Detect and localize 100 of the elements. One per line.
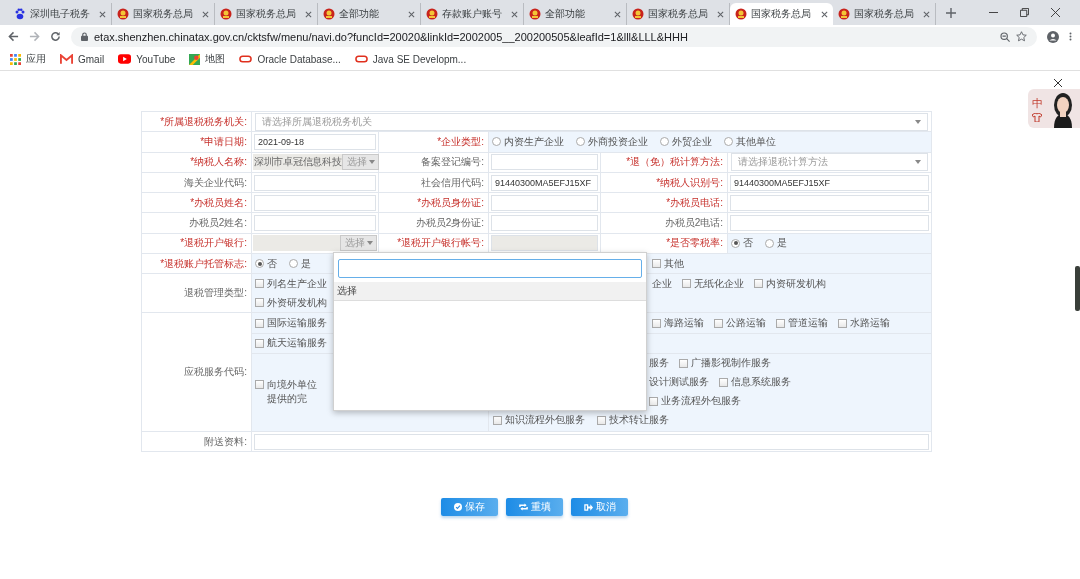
checkbox[interactable] — [679, 358, 688, 368]
paw-icon — [14, 8, 26, 20]
caret-icon — [915, 119, 922, 124]
checkbox[interactable] — [719, 377, 728, 387]
radio-button[interactable] — [731, 238, 740, 248]
chat-widget[interactable]: 中 — [1028, 89, 1080, 128]
checkbox-label: 国际运输服务 — [267, 316, 327, 330]
text-field[interactable] — [491, 194, 598, 211]
checkbox[interactable] — [754, 279, 763, 289]
emblem-icon — [117, 8, 129, 20]
text-field[interactable]: 91440300MA5EFJ15XF — [730, 174, 930, 191]
emblem-icon — [426, 8, 438, 20]
browser-tab[interactable]: 存款账户账号 — [421, 3, 524, 25]
checkbox-label: 海路运输 — [664, 316, 704, 330]
field-label: 应税服务代码: — [184, 366, 247, 378]
radio-button[interactable] — [724, 137, 733, 147]
option-label: 否 — [743, 236, 753, 251]
bookmark-link[interactable]: 应用 — [26, 52, 46, 66]
browser-tab[interactable]: 全部功能 — [524, 3, 627, 25]
field-label: 办税员2身份证: — [415, 217, 484, 229]
close-icon[interactable] — [1054, 79, 1062, 87]
browser-tab[interactable]: 全部功能 — [318, 3, 421, 25]
emblem-icon — [529, 8, 541, 20]
text-field[interactable] — [254, 194, 376, 211]
bookmark-link[interactable]: Oracle Database... — [257, 53, 341, 65]
emblem-icon — [838, 8, 850, 20]
text-field[interactable] — [254, 433, 930, 450]
checkbox[interactable] — [255, 279, 264, 289]
text-field[interactable] — [254, 215, 376, 232]
text-field[interactable] — [730, 194, 930, 211]
browser-tab[interactable]: 国家税务总局 — [833, 3, 936, 25]
checkbox[interactable] — [597, 415, 606, 425]
menu-icon[interactable] — [1069, 31, 1072, 42]
option-label: 否 — [267, 256, 277, 271]
close-icon[interactable] — [1051, 8, 1060, 17]
checkbox[interactable] — [714, 318, 723, 328]
checkbox[interactable] — [838, 318, 847, 328]
browser-tab[interactable]: 深圳电子税务 — [9, 3, 112, 25]
text-field[interactable] — [254, 174, 376, 191]
checkbox[interactable] — [255, 380, 264, 390]
checkbox-label: 水路运输 — [850, 316, 890, 330]
radio-button[interactable] — [660, 137, 669, 147]
field-label: *办税员电话: — [666, 196, 723, 208]
browser-tab[interactable]: 国家税务总局 — [730, 3, 833, 25]
menu-option[interactable]: 选择 — [334, 282, 646, 301]
radio-button[interactable] — [289, 259, 298, 269]
checkbox[interactable] — [255, 298, 264, 308]
text-field[interactable] — [491, 215, 598, 232]
forward-arrow-icon[interactable] — [29, 31, 40, 42]
checkbox[interactable] — [649, 396, 658, 406]
browser-tab[interactable]: 国家税务总局 — [112, 3, 215, 25]
browser-tab[interactable]: 国家税务总局 — [215, 3, 318, 25]
account-icon[interactable] — [1047, 30, 1059, 43]
bookmark-link[interactable]: Java SE Developm... — [372, 53, 467, 65]
field-label: 海关企业代码: — [184, 176, 247, 188]
text-field[interactable] — [491, 154, 598, 171]
text-field[interactable]: 2021-09-18 — [254, 133, 376, 150]
field-label: *申请日期: — [200, 135, 247, 147]
refresh-icon — [518, 503, 528, 511]
radio-button[interactable] — [765, 238, 774, 248]
bookmark-link[interactable]: 地图 — [205, 52, 226, 66]
field-label: *企业类型: — [437, 135, 484, 147]
search-field[interactable] — [338, 259, 642, 278]
caret-icon — [915, 160, 922, 165]
exit-icon — [583, 502, 593, 512]
field-label: 附送资料: — [204, 435, 247, 447]
apps-grid-icon — [10, 53, 21, 65]
radio-button[interactable] — [576, 137, 585, 147]
checkbox-label: 服务 — [649, 356, 669, 371]
restore-icon[interactable] — [1020, 8, 1029, 17]
field-label: *纳税人识别号: — [656, 176, 723, 188]
plus-icon[interactable] — [946, 7, 956, 18]
bookmark-link[interactable]: Gmail — [78, 53, 105, 65]
checkbox-label: 技术转让服务 — [609, 413, 669, 428]
text-field[interactable]: 91440300MA5EFJ15XF — [491, 174, 598, 191]
lock-icon — [81, 32, 88, 41]
widget-title: 中 — [1031, 95, 1043, 111]
checkbox[interactable] — [255, 318, 264, 328]
checkbox[interactable] — [652, 318, 661, 328]
radio-button[interactable] — [255, 259, 264, 269]
field-label: *退税开户银行: — [180, 237, 247, 249]
option-label: 是 — [777, 236, 787, 251]
checkbox[interactable] — [682, 279, 691, 289]
star-icon[interactable] — [1016, 31, 1027, 42]
emblem-icon — [323, 8, 335, 20]
reload-icon[interactable] — [50, 31, 61, 42]
checkbox[interactable] — [652, 259, 661, 269]
back-arrow-icon[interactable] — [8, 31, 19, 42]
checkbox[interactable] — [776, 318, 785, 328]
checkbox[interactable] — [255, 338, 264, 348]
radio-button[interactable] — [492, 137, 501, 147]
bookmark-link[interactable]: YouTube — [136, 53, 176, 65]
ring-icon — [354, 55, 368, 63]
zoom-icon[interactable] — [1000, 31, 1010, 42]
text-field[interactable] — [730, 215, 930, 232]
emblem-icon — [220, 8, 232, 20]
close-icon[interactable] — [821, 10, 828, 18]
checkbox-label: 列名生产企业 — [267, 276, 327, 291]
checkbox[interactable] — [493, 415, 502, 425]
scrollbar-thumb[interactable] — [1075, 266, 1080, 311]
